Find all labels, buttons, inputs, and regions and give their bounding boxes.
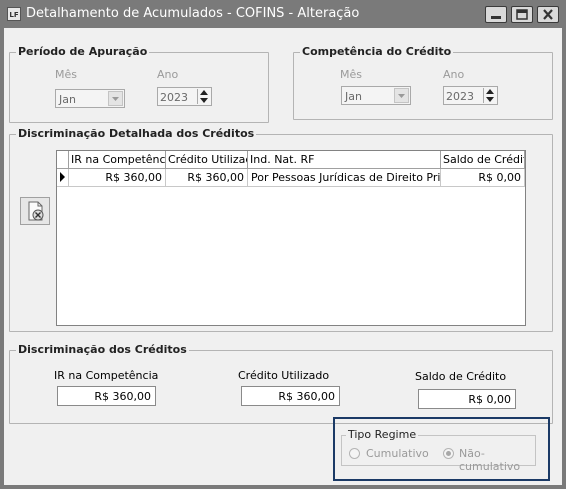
periodo-mes-label: Mês — [55, 68, 77, 81]
grid-header-saldo[interactable]: Saldo de Crédito — [441, 151, 525, 169]
radio-cumulativo[interactable] — [349, 448, 360, 459]
minimize-icon — [491, 16, 501, 19]
chevron-down-icon[interactable] — [394, 88, 409, 103]
close-icon — [543, 9, 553, 20]
dialog-client-area: Período de Apuração Mês Ano Jan 2023 Com… — [4, 28, 562, 485]
cell-utilizado[interactable]: R$ 360,00 — [166, 169, 248, 187]
minimize-button[interactable] — [485, 6, 507, 23]
spinner-arrows-icon[interactable] — [483, 88, 496, 103]
grid-header: IR na Competência Crédito Utilizado Ind.… — [57, 151, 527, 169]
chevron-down-icon[interactable] — [108, 91, 123, 106]
competencia-ano-label: Ano — [443, 68, 465, 81]
competencia-mes-select[interactable]: Jan — [341, 86, 411, 105]
cell-ir[interactable]: R$ 360,00 — [69, 169, 166, 187]
grid-header-utilizado[interactable]: Crédito Utilizado — [166, 151, 248, 169]
ir-label: IR na Competência — [54, 369, 159, 382]
radio-nao-cumulativo[interactable] — [443, 448, 454, 459]
cell-ind-nat[interactable]: Por Pessoas Jurídicas de Direito Privado — [248, 169, 441, 187]
maximize-icon — [516, 9, 528, 20]
regime-group: Tipo Regime Cumulativo Não-cumulativo — [341, 428, 536, 473]
periodo-mes-select[interactable]: Jan — [55, 89, 125, 108]
competencia-title: Competência do Crédito — [300, 45, 454, 58]
utilizado-label: Crédito Utilizado — [238, 369, 330, 382]
delete-row-button[interactable] — [20, 197, 50, 225]
label-nao-cumulativo[interactable]: Não-cumulativo — [459, 447, 535, 473]
row-indicator — [57, 169, 69, 187]
label-cumulativo[interactable]: Cumulativo — [366, 447, 429, 460]
main-window: LF Detalhamento de Acumulados - COFINS -… — [0, 0, 566, 489]
periodo-title: Período de Apuração — [16, 45, 150, 58]
ir-field[interactable]: R$ 360,00 — [57, 386, 156, 406]
close-button[interactable] — [537, 6, 559, 23]
periodo-mes-value: Jan — [59, 93, 76, 106]
grid-indicator-header — [57, 151, 69, 169]
spinner-arrows-icon[interactable] — [197, 89, 210, 104]
window-title: Detalhamento de Acumulados - COFINS - Al… — [26, 6, 360, 21]
competencia-group: Competência do Crédito Mês Ano Jan 2023 — [293, 45, 553, 120]
periodo-group: Período de Apuração Mês Ano Jan 2023 — [9, 45, 269, 123]
saldo-label: Saldo de Crédito — [415, 370, 507, 383]
app-icon[interactable]: LF — [7, 7, 21, 21]
competencia-ano-value: 2023 — [446, 90, 474, 103]
row-pointer-icon — [60, 172, 65, 182]
periodo-ano-label: Ano — [157, 68, 179, 81]
competencia-ano-spinner[interactable]: 2023 — [443, 86, 498, 105]
grid-header-ind-nat[interactable]: Ind. Nat. RF — [248, 151, 441, 169]
creditos-grid[interactable]: IR na Competência Crédito Utilizado Ind.… — [56, 150, 526, 326]
cell-saldo[interactable]: R$ 0,00 — [441, 169, 525, 187]
periodo-ano-spinner[interactable]: 2023 — [157, 87, 212, 106]
detalhada-title: Discriminação Detalhada dos Créditos — [16, 127, 257, 140]
title-bar[interactable]: LF Detalhamento de Acumulados - COFINS -… — [4, 0, 562, 28]
utilizado-field[interactable]: R$ 360,00 — [241, 386, 340, 406]
regime-title: Tipo Regime — [346, 428, 419, 441]
periodo-ano-value: 2023 — [160, 91, 188, 104]
creditos-title: Discriminação dos Créditos — [16, 343, 189, 356]
competencia-mes-value: Jan — [345, 90, 362, 103]
saldo-field[interactable]: R$ 0,00 — [418, 389, 516, 409]
grid-header-ir[interactable]: IR na Competência — [69, 151, 166, 169]
document-delete-icon — [28, 201, 44, 221]
maximize-button[interactable] — [511, 6, 533, 23]
competencia-mes-label: Mês — [340, 68, 362, 81]
